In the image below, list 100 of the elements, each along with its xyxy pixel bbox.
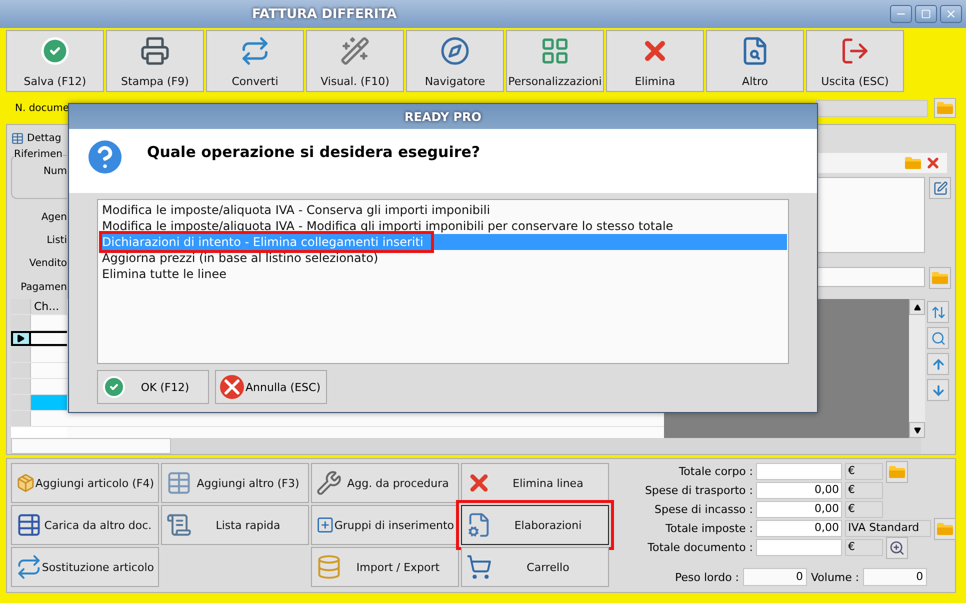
table-cell[interactable] <box>31 315 67 330</box>
folder-icon[interactable] <box>905 157 921 169</box>
toolbar-button[interactable]: Converti <box>206 30 304 92</box>
down-icon <box>914 426 920 434</box>
total-label: Spese di incasso : <box>654 503 753 516</box>
action-button[interactable]: Agg. da procedura <box>311 463 459 503</box>
folder-icon <box>937 102 953 114</box>
check-icon <box>40 36 70 66</box>
vertical-scrollbar[interactable] <box>909 299 925 438</box>
edit-icon <box>932 180 948 196</box>
row-header[interactable] <box>11 331 31 346</box>
maximize-icon <box>921 9 931 19</box>
window-title: FATTURA DIFFERITA <box>251 6 398 22</box>
up-down-arrow-icon <box>930 304 946 320</box>
table-cell[interactable] <box>31 347 67 362</box>
toolbar-button[interactable]: Visual. (F10) <box>306 30 404 92</box>
column-header[interactable]: Ch... <box>31 299 67 314</box>
table-cell[interactable] <box>31 331 67 346</box>
wrench-icon <box>316 470 342 496</box>
text-field[interactable] <box>817 267 925 287</box>
check-icon <box>102 375 126 399</box>
maximize-button[interactable] <box>915 5 937 23</box>
close-button[interactable] <box>940 5 962 23</box>
open-button[interactable] <box>934 98 956 118</box>
toolbar-button[interactable]: Personalizzazioni <box>506 30 604 92</box>
toolbar-button[interactable]: Altro <box>706 30 804 92</box>
close-icon[interactable] <box>925 155 941 171</box>
table-cell[interactable] <box>31 395 67 410</box>
open-button[interactable] <box>886 460 908 482</box>
scroll-up-button[interactable] <box>909 299 925 315</box>
action-button[interactable]: Import / Export <box>311 547 459 587</box>
unit-field: € <box>845 482 883 499</box>
move-up-button[interactable] <box>927 353 949 375</box>
unit-field: € <box>845 539 883 556</box>
list-item[interactable]: Elimina tutte le linee <box>99 266 787 282</box>
operations-list[interactable] <box>97 199 789 364</box>
pointer-icon <box>16 334 25 343</box>
action-button[interactable]: Sostituzione articolo <box>11 547 159 587</box>
total-field: 0,00 <box>756 520 842 537</box>
move-down-button[interactable] <box>927 379 949 401</box>
total-label: Spese di trasporto : <box>644 484 753 497</box>
action-button[interactable]: Gruppi di inserimento <box>311 505 459 545</box>
open-button[interactable] <box>934 518 956 540</box>
action-button[interactable]: Aggiungi articolo (F4) <box>11 463 159 503</box>
minimize-button[interactable] <box>890 5 912 23</box>
search-icon <box>930 330 946 346</box>
exit-icon <box>840 36 870 66</box>
search-button[interactable] <box>927 327 949 349</box>
action-button[interactable]: Carica da altro doc. <box>11 505 159 545</box>
document-number-label: N. docume <box>15 102 70 114</box>
table-cell[interactable] <box>31 379 67 394</box>
document-field[interactable] <box>816 100 928 116</box>
field-label: Agen <box>41 210 67 225</box>
ok-button[interactable]: OK (F12) <box>97 370 209 404</box>
zoom-button[interactable] <box>886 536 908 558</box>
dialog-question: Quale operazione si desidera eseguire? <box>147 143 480 164</box>
notes-field[interactable] <box>817 177 925 253</box>
toolbar-button[interactable]: Elimina <box>606 30 704 92</box>
table-cell[interactable] <box>31 411 67 426</box>
list-item[interactable]: Modifica le imposte/aliquota IVA - Conserva gli importi imponibili <box>99 202 787 218</box>
close-icon <box>945 8 957 20</box>
cancel-button[interactable]: Annulla (ESC) <box>215 370 327 404</box>
action-button[interactable]: Carrello <box>461 547 609 587</box>
toolbar-button[interactable]: Salva (F12) <box>6 30 104 92</box>
weight-field[interactable]: 0 <box>743 568 807 586</box>
convert-icon <box>240 36 270 66</box>
unit-field: IVA Standard <box>845 520 931 537</box>
field-label: Listi <box>46 234 67 248</box>
unit-field: € <box>845 501 883 518</box>
scroll-down-button[interactable] <box>909 422 925 438</box>
open-button[interactable] <box>929 267 951 289</box>
close-icon <box>220 375 244 399</box>
action-button[interactable]: Aggiungi altro (F3) <box>161 463 309 503</box>
total-label: Totale documento : <box>646 541 753 554</box>
action-button[interactable]: Elimina linea <box>461 463 609 503</box>
table-cell[interactable] <box>31 363 67 378</box>
details-tab[interactable]: Dettag <box>11 129 62 149</box>
toolbar-button[interactable]: Uscita (ESC) <box>806 30 904 92</box>
field-label: Pagamen <box>20 280 67 295</box>
action-button[interactable]: Lista rapida <box>161 505 309 545</box>
folder-icon <box>937 522 953 534</box>
scroll-icon <box>166 512 192 538</box>
total-label: Totale corpo : <box>678 465 753 478</box>
zoom-icon <box>889 540 905 556</box>
dialog-title: READY PRO <box>69 104 817 130</box>
toolbar-button[interactable]: Navigatore <box>406 30 504 92</box>
folder-icon <box>932 272 948 284</box>
list-item[interactable]: Aggiorna prezzi (in base al listino selezionato) <box>99 250 787 266</box>
printer-icon <box>140 36 170 66</box>
weight-label: Peso lordo : <box>675 570 739 584</box>
toolbar-button[interactable]: Stampa (F9) <box>106 30 204 92</box>
total-label: Totale imposte : <box>664 522 753 535</box>
edit-button[interactable] <box>929 177 951 199</box>
horizontal-scrollbar[interactable] <box>11 438 921 454</box>
weight-field[interactable]: 0 <box>863 568 928 586</box>
arrow-down-icon <box>930 382 946 398</box>
cart-icon <box>466 554 492 580</box>
table-icon <box>166 470 192 496</box>
grid-icon <box>540 36 570 66</box>
unit-field: € <box>845 463 883 480</box>
